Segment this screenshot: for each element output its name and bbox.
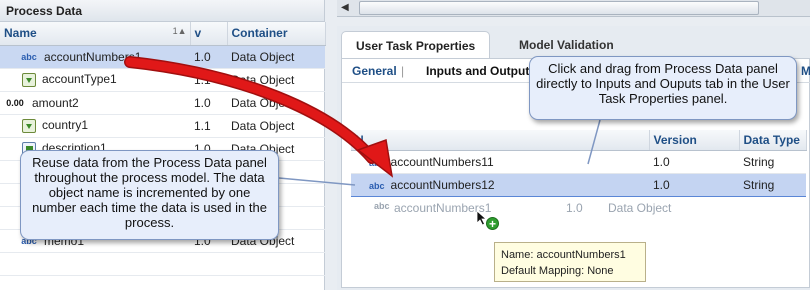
- row-name: accountType1: [42, 72, 117, 87]
- row-name: amount2: [32, 95, 79, 110]
- table-row[interactable]: country1 1.1 Data Object: [0, 114, 325, 138]
- drag-ghost-row: abc accountNumbers1 1.0 Data Object: [372, 198, 692, 218]
- string-type-icon: abc: [369, 180, 385, 191]
- subtab-divider: |: [401, 64, 405, 78]
- string-type-icon: abc: [21, 52, 37, 63]
- string-type-icon: abc: [369, 157, 385, 168]
- row-container: Data Object: [227, 45, 325, 69]
- row-data-type: String: [739, 150, 806, 174]
- row-version: 1.0: [190, 45, 227, 69]
- enum-type-icon: [22, 72, 36, 87]
- string-type-icon: abc: [374, 201, 390, 211]
- process-data-title: Process Data: [0, 0, 324, 22]
- sort-indicator-icon[interactable]: 1▲: [173, 26, 189, 36]
- column-header-version[interactable]: Version: [649, 130, 740, 151]
- row-name: accountNumbers11: [390, 154, 494, 169]
- column-header-container[interactable]: Container: [227, 22, 326, 46]
- row-version: 1.1: [190, 68, 227, 92]
- column-header-data-type[interactable]: Data Type: [739, 130, 807, 151]
- decimal-type-icon: 0.00: [6, 98, 24, 109]
- row-version: 1.0: [649, 150, 739, 174]
- row-name: accountNumbers12: [390, 177, 495, 192]
- column-header-version[interactable]: v: [190, 22, 228, 46]
- column-header-name[interactable]: Name 1▲: [0, 22, 191, 46]
- scroll-left-icon[interactable]: ◀: [341, 2, 349, 13]
- callout-drag-instruction: Click and drag from Process Data panel d…: [529, 56, 797, 120]
- table-row: [0, 275, 325, 290]
- tab-model-validation[interactable]: Model Validation: [505, 31, 628, 59]
- table-row[interactable]: accountType1 1.1 Data Object: [0, 68, 325, 92]
- column-header-name[interactable]: N: [351, 130, 650, 151]
- table-row[interactable]: abc accountNumbers11 1.0 String: [351, 150, 806, 174]
- add-plus-icon: +: [486, 217, 499, 230]
- drag-tooltip: Name: accountNumbers1 Default Mapping: N…: [494, 242, 646, 282]
- row-version: 1.0: [190, 91, 227, 115]
- row-name: country1: [42, 118, 89, 133]
- table-row[interactable]: abc accountNumbers12 1.0 String: [351, 172, 806, 197]
- inputs-table: N Version Data Type abc accountNumbers11 …: [351, 130, 807, 197]
- table-row: [0, 252, 325, 276]
- row-data-type: String: [739, 172, 806, 197]
- tab-user-task-properties[interactable]: User Task Properties: [341, 31, 491, 59]
- table-row[interactable]: 0.00 amount2 1.0 Data Object: [0, 91, 325, 115]
- tooltip-name-line: Name: accountNumbers1: [501, 249, 626, 261]
- row-version: 1.0: [649, 172, 739, 197]
- row-container: Data Object: [227, 68, 325, 92]
- horizontal-scrollbar[interactable]: ◀: [337, 0, 810, 17]
- row-container: Data Object: [227, 114, 325, 138]
- enum-type-icon: [22, 118, 36, 133]
- row-name: accountNumbers1: [44, 49, 142, 64]
- row-container: Data Object: [227, 91, 325, 115]
- row-version: 1.1: [190, 114, 227, 138]
- ghost-version: 1.0: [566, 201, 583, 215]
- subtab-overflow[interactable]: Ma: [801, 64, 810, 78]
- callout-reuse-data: Reuse data from the Process Data panel t…: [20, 150, 279, 240]
- tooltip-mapping-line: Default Mapping: None: [501, 265, 614, 277]
- subtab-inputs-outputs[interactable]: Inputs and Output: [426, 64, 529, 78]
- ghost-container: Data Object: [608, 201, 672, 215]
- table-row[interactable]: abc accountNumbers1 1.0 Data Object: [0, 45, 325, 69]
- subtab-general[interactable]: General: [352, 64, 397, 78]
- scrollbar-thumb[interactable]: [359, 1, 759, 15]
- process-data-panel: Process Data Name 1▲ v Container abc accou…: [0, 0, 326, 290]
